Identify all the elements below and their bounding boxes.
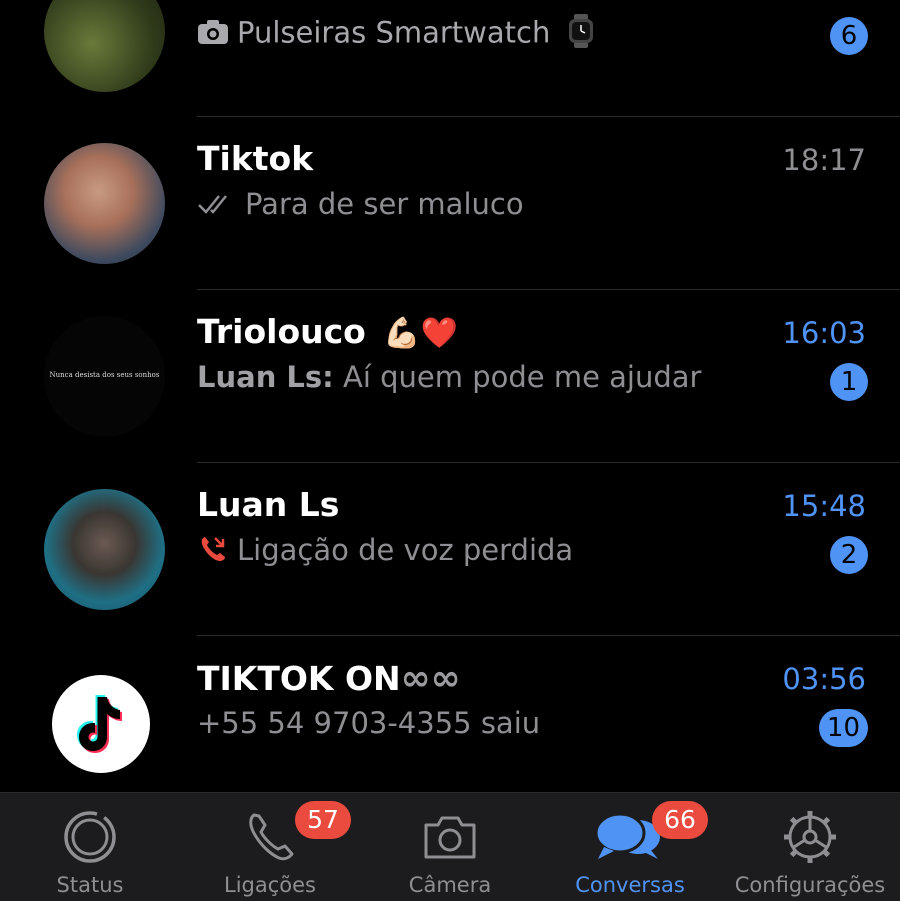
tab-label: Ligações xyxy=(224,873,316,897)
avatar-caption: Nunca desista dos seus sonhos xyxy=(49,371,160,379)
chat-list: Pulseiras Smartwatch 6 Tiktok 18:17 Para… xyxy=(0,0,900,792)
chat-preview: +55 54 9703-4355 saiu xyxy=(197,706,541,740)
chat-preview-text: Aí quem pode me ajudar xyxy=(343,360,702,394)
status-icon xyxy=(64,811,116,863)
chat-preview-text: Pulseiras Smartwatch xyxy=(237,15,551,50)
infinity-symbols: ∞∞ xyxy=(400,658,461,699)
camera-icon xyxy=(424,816,476,859)
chat-row-group-smartwatch[interactable]: Pulseiras Smartwatch 6 xyxy=(0,0,900,117)
chat-preview: Pulseiras Smartwatch xyxy=(197,14,602,55)
chat-name-text: Triolouco xyxy=(197,312,366,351)
avatar xyxy=(44,0,165,92)
chat-preview: Ligação de voz perdida xyxy=(197,533,573,571)
chat-name: TIKTOK ON∞∞ xyxy=(197,658,461,699)
avatar: Nunca desista dos seus sonhos xyxy=(44,316,165,437)
chat-preview-text: Ligação de voz perdida xyxy=(237,533,574,567)
tab-bar: Status 57 Ligações Câmera 66 Conversas C… xyxy=(0,792,900,901)
chat-time: 16:03 xyxy=(782,316,866,350)
unread-badge: 6 xyxy=(830,17,868,55)
tab-camera[interactable]: Câmera xyxy=(360,793,540,901)
name-emoji: 💪🏻❤️ xyxy=(383,316,459,351)
unread-badge: 1 xyxy=(830,363,868,401)
avatar xyxy=(52,675,150,773)
avatar xyxy=(44,489,165,610)
chat-time: 15:48 xyxy=(782,489,866,523)
calls-badge: 57 xyxy=(295,801,351,839)
chat-time: 03:56 xyxy=(782,662,866,696)
chat-name-text: TIKTOK ON xyxy=(197,659,401,698)
watch-icon xyxy=(568,14,594,55)
unread-badge: 10 xyxy=(818,709,868,747)
tab-label: Conversas xyxy=(575,873,685,897)
tab-calls[interactable]: 57 Ligações xyxy=(180,793,360,901)
missed-call-icon xyxy=(197,534,229,571)
chat-sender: Luan Ls: xyxy=(197,360,334,394)
tab-chats[interactable]: 66 Conversas xyxy=(540,793,720,901)
tab-label: Status xyxy=(56,873,124,897)
camera-icon xyxy=(197,18,229,52)
phone-icon xyxy=(249,813,294,861)
chat-name: Tiktok xyxy=(197,139,314,178)
tab-label: Câmera xyxy=(408,873,492,897)
chat-time: 18:17 xyxy=(782,143,866,177)
chat-row-luan-ls[interactable]: Luan Ls 15:48 Ligação de voz perdida 2 xyxy=(0,463,900,636)
chat-row-tiktok-on[interactable]: TIKTOK ON∞∞ 03:56 +55 54 9703-4355 saiu … xyxy=(0,636,900,792)
avatar xyxy=(44,143,165,264)
chats-badge: 66 xyxy=(652,801,708,839)
tiktok-logo-icon xyxy=(77,695,122,753)
chat-row-tiktok[interactable]: Tiktok 18:17 Para de ser maluco xyxy=(0,117,900,290)
chat-preview-text: Para de ser maluco xyxy=(245,187,524,221)
tab-status[interactable]: Status xyxy=(0,793,180,901)
chat-preview: Para de ser maluco xyxy=(197,187,524,223)
double-check-icon xyxy=(197,189,237,223)
gear-icon xyxy=(784,811,836,863)
unread-badge: 2 xyxy=(830,536,868,574)
chat-name: Triolouco 💪🏻❤️ xyxy=(197,312,458,351)
tab-settings[interactable]: Configurações xyxy=(720,793,900,901)
chat-preview: Luan Ls: Aí quem pode me ajudar xyxy=(197,360,701,394)
chat-name: Luan Ls xyxy=(197,485,340,524)
chat-row-triolouco[interactable]: Nunca desista dos seus sonhos Triolouco … xyxy=(0,290,900,463)
tab-label: Configurações xyxy=(734,873,886,897)
